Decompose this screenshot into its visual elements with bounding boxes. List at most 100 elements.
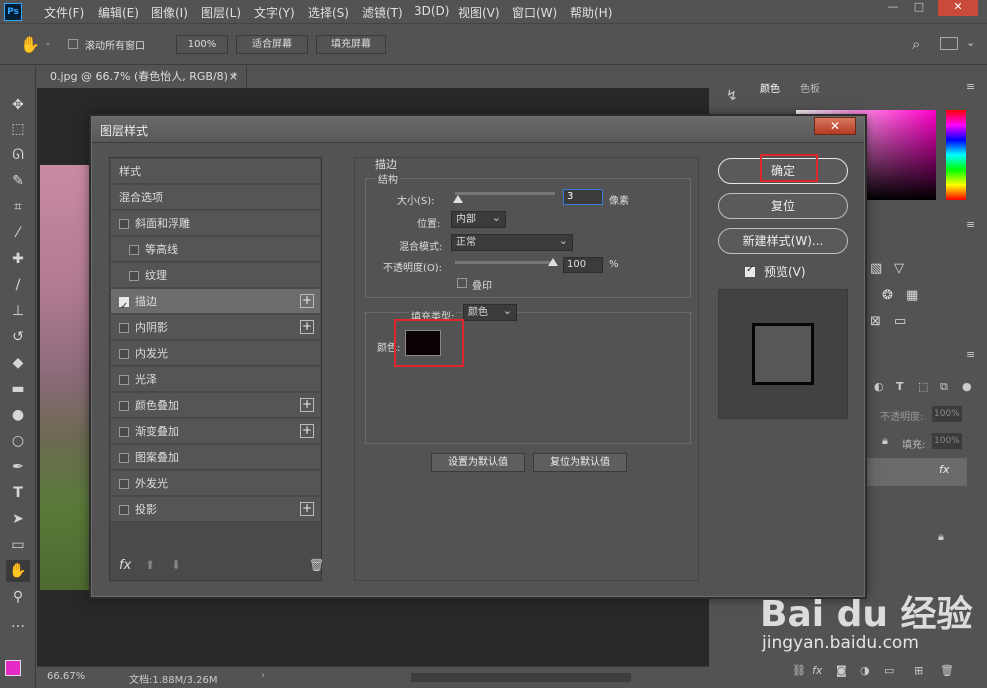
dodge-tool-icon[interactable]: ○ xyxy=(6,430,30,452)
brush-tool-icon[interactable]: ∕ xyxy=(6,274,30,296)
style-item-checkbox[interactable] xyxy=(119,349,129,359)
style-item-checkbox[interactable] xyxy=(119,401,129,411)
fit-screen-button[interactable]: 适合屏幕 xyxy=(236,35,308,54)
add-fx-icon[interactable]: fx xyxy=(812,664,822,677)
size-field[interactable]: 3 xyxy=(563,189,603,205)
eyedropper-tool-icon[interactable]: ⁄ xyxy=(6,222,30,244)
style-item[interactable]: 内阴影 + xyxy=(111,315,320,340)
add-effect-instance-button[interactable]: + xyxy=(300,502,314,516)
tab-swatches[interactable]: 色板 xyxy=(800,80,820,95)
healing-brush-tool-icon[interactable]: ✚ xyxy=(6,248,30,270)
crop-tool-icon[interactable]: ⌗ xyxy=(6,196,30,218)
opacity-slider-thumb[interactable] xyxy=(548,258,558,266)
overprint-checkbox[interactable] xyxy=(457,278,467,288)
delete-effect-icon[interactable]: 🗑︎ xyxy=(309,558,324,572)
dialog-close-button[interactable]: ✕ xyxy=(814,117,856,135)
panel-menu-icon[interactable]: ≡ xyxy=(966,218,975,231)
marquee-tool-icon[interactable]: ⬚ xyxy=(6,118,30,140)
adjust-invert-icon[interactable]: ⊠ xyxy=(870,314,881,329)
adjust-gradient-icon[interactable]: ▭ xyxy=(894,314,906,329)
horizontal-scrollbar[interactable] xyxy=(411,673,631,682)
adjust-triangle-icon[interactable]: ▽ xyxy=(894,261,904,276)
maximize-button[interactable]: □ xyxy=(906,0,932,16)
style-item[interactable]: 颜色叠加 + xyxy=(111,393,320,418)
search-icon[interactable]: ⌕ xyxy=(912,35,920,53)
layer-filter-shape-icon[interactable]: ⬚ xyxy=(918,380,928,393)
add-effect-instance-button[interactable]: + xyxy=(300,294,314,308)
style-item-checkbox[interactable] xyxy=(119,323,129,333)
lock-icon[interactable]: 🔒︎ xyxy=(882,434,888,448)
reset-button[interactable]: 复位 xyxy=(718,193,848,219)
type-tool-icon[interactable]: T xyxy=(6,482,30,504)
style-item[interactable]: 斜面和浮雕 xyxy=(111,211,320,236)
workspace-chevron-icon[interactable]: ⌄ xyxy=(966,36,975,49)
tool-preset-chevron-icon[interactable]: ⌄ xyxy=(44,38,52,48)
gradient-tool-icon[interactable]: ▬ xyxy=(6,378,30,400)
hand-tool-icon[interactable]: ✋ xyxy=(20,35,40,54)
size-slider-thumb[interactable] xyxy=(453,195,463,203)
lasso-tool-icon[interactable]: ᘏ xyxy=(6,144,30,166)
layer-filter-smart-icon[interactable]: ⧉ xyxy=(940,380,948,394)
menu-image[interactable]: 图像(I) xyxy=(151,4,188,21)
adjustment-layer-icon[interactable]: ◑ xyxy=(860,664,870,677)
adjust-levels-icon[interactable]: ▧ xyxy=(870,261,882,276)
layer-fill-field[interactable]: 100% xyxy=(932,433,962,449)
style-item-checkbox[interactable] xyxy=(119,453,129,463)
shape-tool-icon[interactable]: ▭ xyxy=(6,534,30,556)
style-item-checkbox[interactable] xyxy=(129,271,139,281)
minimize-button[interactable]: — xyxy=(880,0,906,16)
zoom-100-button[interactable]: 100% xyxy=(176,35,228,54)
adjust-mixer-icon[interactable]: ❂ xyxy=(882,288,893,303)
move-down-icon[interactable]: ⬇ xyxy=(171,558,181,572)
set-default-button[interactable]: 设置为默认值 xyxy=(431,453,525,472)
delete-layer-icon[interactable]: 🗑︎ xyxy=(940,664,954,677)
layer-fx-icon[interactable]: fx xyxy=(939,463,949,476)
opacity-slider[interactable] xyxy=(455,261,555,264)
link-layers-icon[interactable]: ⛓ xyxy=(792,664,806,677)
layer-filter-toggle-icon[interactable]: ● xyxy=(962,380,972,393)
menu-type[interactable]: 文字(Y) xyxy=(254,4,295,21)
history-brush-tool-icon[interactable]: ↺ xyxy=(6,326,30,348)
stamp-tool-icon[interactable]: ⊥ xyxy=(6,300,30,322)
style-item[interactable]: 外发光 xyxy=(111,471,320,496)
eraser-tool-icon[interactable]: ◆ xyxy=(6,352,30,374)
status-zoom[interactable]: 66.67% xyxy=(47,671,85,682)
add-effect-fx-icon[interactable]: fx xyxy=(119,558,131,573)
style-item[interactable]: 描边 + xyxy=(111,289,320,319)
add-effect-instance-button[interactable]: + xyxy=(300,320,314,334)
new-group-icon[interactable]: ▭ xyxy=(884,664,894,677)
layer-row-selected[interactable]: fx xyxy=(865,458,967,486)
style-item[interactable]: 图案叠加 xyxy=(111,445,320,470)
opacity-field[interactable]: 100 xyxy=(563,257,603,273)
add-effect-instance-button[interactable]: + xyxy=(300,398,314,412)
scroll-all-checkbox[interactable] xyxy=(68,39,78,49)
blend-mode-select[interactable]: 正常 xyxy=(451,233,573,251)
quick-select-tool-icon[interactable]: ✎ xyxy=(6,170,30,192)
position-select[interactable]: 内部 xyxy=(451,210,506,228)
zoom-tool-icon[interactable]: ⚲ xyxy=(6,586,30,608)
adjust-grid-icon[interactable]: ▦ xyxy=(906,288,918,303)
style-item[interactable]: 内发光 xyxy=(111,341,320,366)
menu-help[interactable]: 帮助(H) xyxy=(570,4,612,21)
add-effect-instance-button[interactable]: + xyxy=(300,424,314,438)
style-item[interactable]: 纹理 xyxy=(111,263,320,288)
panel-menu-icon[interactable]: ≡ xyxy=(966,80,975,93)
window-close-button[interactable]: ✕ xyxy=(938,0,978,16)
style-item-checkbox[interactable] xyxy=(119,375,129,385)
dialog-titlebar[interactable]: 图层样式 ✕ xyxy=(92,117,864,143)
menu-layer[interactable]: 图层(L) xyxy=(201,4,241,21)
add-mask-icon[interactable]: ◙ xyxy=(836,664,847,677)
style-item-checkbox[interactable] xyxy=(119,294,129,319)
pen-tool-icon[interactable]: ✒ xyxy=(6,456,30,478)
preview-checkbox[interactable] xyxy=(745,264,755,277)
move-tool-icon[interactable]: ✥ xyxy=(6,94,30,116)
menu-view[interactable]: 视图(V) xyxy=(458,4,500,21)
hand-tool-icon[interactable]: ✋ xyxy=(6,560,30,582)
more-tools-icon[interactable]: … xyxy=(6,612,30,634)
style-item-checkbox[interactable] xyxy=(119,219,129,229)
size-slider[interactable] xyxy=(455,192,555,195)
layer-filter-type-icon[interactable]: T xyxy=(896,380,904,393)
style-item[interactable]: 投影 + xyxy=(111,497,320,522)
menu-3d[interactable]: 3D(D) xyxy=(414,4,449,18)
foreground-color-swatch[interactable] xyxy=(5,660,21,676)
